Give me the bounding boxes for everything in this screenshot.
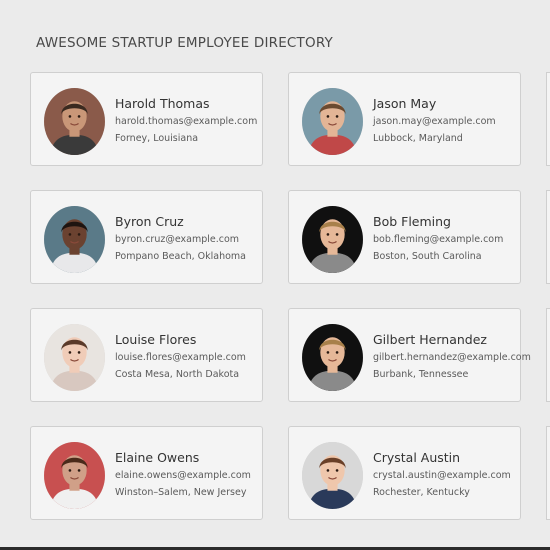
employee-email: harold.thomas@example.com [115,116,258,127]
employee-card[interactable]: Elaine Owens elaine.owens@example.com Wi… [30,426,263,520]
employee-location: Forney, Louisiana [115,133,199,144]
employee-card-partial[interactable] [546,72,550,166]
employee-photo [44,88,105,155]
employee-photo [302,324,363,391]
employee-card[interactable]: Gilbert Hernandez gilbert.hernandez@exam… [288,308,531,402]
employee-name: Elaine Owens [115,450,200,465]
employee-email: jason.may@example.com [373,116,496,127]
employee-card[interactable]: Crystal Austin crystal.austin@example.co… [288,426,521,520]
employee-name: Crystal Austin [373,450,461,465]
employee-name: Bob Fleming [373,214,451,229]
employee-card[interactable]: Jason May jason.may@example.com Lubbock,… [288,72,521,166]
employee-photo [44,206,105,273]
employee-grid: Harold Thomas harold.thomas@example.com … [0,0,550,550]
employee-location: Rochester, Kentucky [373,487,470,498]
employee-name: Byron Cruz [115,214,184,229]
employee-card-partial[interactable] [546,190,550,284]
employee-location: Pompano Beach, Oklahoma [115,251,246,262]
employee-email: gilbert.hernandez@example.com [373,352,531,363]
employee-location: Burbank, Tennessee [373,369,469,380]
employee-card[interactable]: Harold Thomas harold.thomas@example.com … [30,72,263,166]
employee-card-partial[interactable] [546,308,550,402]
employee-location: Winston–Salem, New Jersey [115,487,247,498]
employee-photo [44,324,105,391]
employee-email: elaine.owens@example.com [115,470,251,481]
employee-photo [302,442,363,509]
employee-name: Gilbert Hernandez [373,332,487,347]
employee-email: bob.fleming@example.com [373,234,504,245]
employee-card-partial[interactable] [546,426,550,520]
employee-location: Costa Mesa, North Dakota [115,369,240,380]
employee-name: Louise Flores [115,332,197,347]
employee-photo [44,442,105,509]
employee-card[interactable]: Bob Fleming bob.fleming@example.com Bost… [288,190,521,284]
employee-location: Lubbock, Maryland [373,133,463,144]
employee-photo [302,206,363,273]
employee-photo [302,88,363,155]
employee-email: louise.flores@example.com [115,352,246,363]
employee-location: Boston, South Carolina [373,251,482,262]
employee-card[interactable]: Byron Cruz byron.cruz@example.com Pompan… [30,190,263,284]
employee-card[interactable]: Louise Flores louise.flores@example.com … [30,308,263,402]
employee-email: crystal.austin@example.com [373,470,511,481]
employee-name: Harold Thomas [115,96,210,111]
employee-name: Jason May [373,96,437,111]
employee-email: byron.cruz@example.com [115,234,240,245]
